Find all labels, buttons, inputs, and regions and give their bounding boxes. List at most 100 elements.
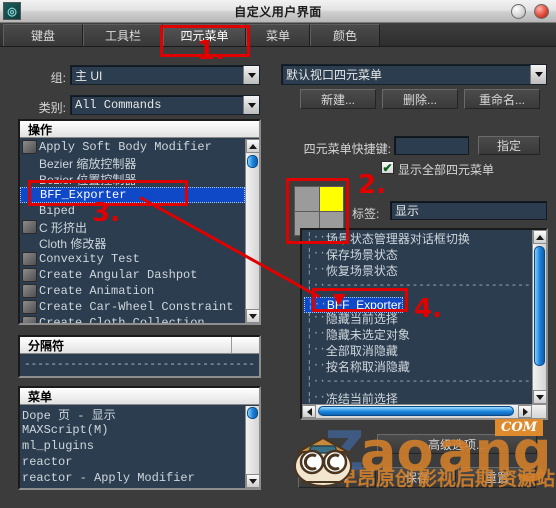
actions-list-scrollbar[interactable] — [245, 139, 259, 323]
list-item[interactable]: Convexity Test — [20, 251, 245, 267]
list-item-label: C 形挤出 — [39, 220, 88, 235]
list-item[interactable]: Bezier 位置控制器 — [20, 171, 245, 187]
show-all-checkbox[interactable]: ✔ — [381, 161, 394, 174]
quadmenu-items-scrollbar[interactable] — [532, 230, 546, 404]
tab-colors[interactable]: 颜色 — [310, 24, 380, 46]
scroll-down-icon[interactable] — [246, 309, 259, 323]
list-item[interactable]: MAXScript(M) — [20, 422, 245, 438]
list-item[interactable]: ¦·· 隐藏当前选择 — [304, 310, 532, 326]
scroll-left-icon[interactable] — [302, 405, 316, 418]
command-icon — [22, 268, 37, 282]
scroll-right-icon[interactable] — [518, 405, 532, 418]
list-item-label: Cloth 修改器 — [39, 236, 107, 251]
list-item[interactable]: C 形挤出 — [20, 219, 245, 235]
list-item[interactable]: BFF_Exporter — [20, 187, 245, 203]
actions-list[interactable]: Apply Soft Body Modifier Bezier 缩放控制器 Bezi… — [20, 139, 245, 323]
tab-toolbar[interactable]: 工具栏 — [83, 24, 163, 46]
list-item[interactable]: reactor - Apply Modifier — [20, 470, 245, 486]
quadmenu-set-value: 默认视口四元菜单 — [286, 68, 383, 82]
load-button[interactable]: 加载 — [298, 467, 376, 488]
shortcut-input[interactable] — [394, 136, 469, 155]
list-item[interactable]: ¦·· 恢复场景状态 — [304, 262, 532, 278]
tab-quad-menu[interactable]: 四元菜单 — [163, 24, 246, 46]
list-item[interactable]: Apply Soft Body Modifier — [20, 139, 245, 155]
show-all-label: 显示全部四元菜单 — [398, 163, 495, 177]
list-item-label: reactor - Create Object — [22, 487, 188, 488]
delete-button[interactable]: 删除... — [382, 89, 458, 109]
separator-row[interactable]: ----------------------------------- — [24, 359, 256, 371]
quadmenu-items-hscrollbar[interactable] — [302, 404, 546, 418]
list-item[interactable]: reactor - Create Object — [20, 486, 245, 488]
separator-panel-header: 分隔符 — [20, 337, 231, 354]
list-item[interactable]: ¦·· 冻结当前选择 — [304, 390, 532, 405]
reset-button[interactable]: 重置 — [458, 467, 536, 488]
chevron-down-icon[interactable] — [243, 66, 259, 84]
new-button[interactable]: 新建... — [300, 89, 376, 109]
group-combo-value: 主 UI — [75, 68, 103, 83]
quadmenu-items-list[interactable]: ¦·· 场景状态管理器对话框切换 ¦·· 保存场景状态 ¦·· 恢复场景状态 ¦·· ----… — [304, 230, 532, 404]
command-icon — [22, 300, 37, 314]
list-item[interactable]: Dope 页 - 显示 — [20, 406, 245, 423]
list-item[interactable]: ¦·· 隐藏未选定对象 — [304, 326, 532, 342]
scrollbar-thumb[interactable] — [534, 246, 545, 366]
group-combo[interactable]: 主 UI — [70, 65, 260, 85]
advanced-options-button[interactable]: 高级选项... — [377, 434, 537, 454]
tree-branch-icon: ¦·· — [306, 280, 326, 292]
list-item[interactable]: ¦·· 全部取消隐藏 — [304, 342, 532, 358]
tree-branch-icon: ¦·· — [306, 344, 326, 356]
scrollbar-thumb[interactable] — [247, 155, 258, 168]
chevron-down-icon[interactable] — [243, 96, 259, 114]
list-item[interactable]: Create Angular Dashpot — [20, 267, 245, 283]
scroll-down-icon[interactable] — [533, 390, 546, 404]
scrollbar-thumb[interactable] — [247, 407, 258, 419]
list-item-label: Biped — [39, 204, 76, 218]
menus-list[interactable]: Dope 页 - 显示 MAXScript(M) ml_plugins reactor… — [20, 406, 245, 489]
list-row: ¦·· --------------------------------- — [304, 278, 532, 294]
scroll-up-icon[interactable] — [246, 139, 259, 153]
list-item[interactable]: ¦·· 保存场景状态 — [304, 246, 532, 262]
list-item[interactable]: ¦·· 场景状态管理器对话框切换 — [304, 230, 532, 246]
minimize-button[interactable] — [511, 4, 526, 19]
list-item[interactable]: Create Car-Wheel Constraint — [20, 299, 245, 315]
list-separator[interactable]: ¦·· --------------------------------- — [304, 374, 532, 390]
quad-quadrant-top-left[interactable] — [295, 187, 319, 211]
list-item[interactable]: reactor — [20, 454, 245, 470]
rename-button[interactable]: 重命名... — [464, 89, 540, 109]
label-input[interactable]: 显示 — [390, 201, 547, 220]
category-combo[interactable]: All Commands — [70, 95, 260, 115]
scroll-down-icon[interactable] — [246, 474, 259, 488]
tab-menu[interactable]: 菜单 — [246, 24, 310, 46]
tree-branch-icon: ¦·· — [306, 264, 326, 276]
window-buttons — [511, 4, 549, 19]
menus-list-scrollbar[interactable] — [245, 406, 259, 488]
list-item-label: Create Animation — [39, 284, 155, 298]
tab-keyboard[interactable]: 键盘 — [3, 24, 83, 46]
menus-panel: 菜单 Dope 页 - 显示 MAXScript(M) ml_plugins reac… — [18, 386, 261, 490]
quad-quadrant-top-right[interactable] — [319, 187, 343, 211]
list-separator[interactable]: ¦·· --------------------------------- — [304, 278, 532, 294]
window-titlebar: ◎ 自定义用户界面 — [0, 0, 556, 23]
scroll-up-icon[interactable] — [533, 230, 546, 244]
list-item-label: 隐藏未选定对象 — [325, 327, 410, 342]
list-item-label: Bezier 缩放控制器 — [39, 156, 137, 171]
close-button[interactable] — [534, 4, 549, 19]
list-item[interactable]: Bezier 缩放控制器 — [20, 155, 245, 171]
command-icon-placeholder — [23, 188, 38, 202]
menus-panel-header: 菜单 — [20, 388, 259, 405]
assign-button[interactable]: 指定 — [478, 136, 540, 155]
command-icon — [22, 284, 37, 298]
list-row: ¦·· BFF_Exporter — [304, 294, 532, 313]
hscrollbar-thumb[interactable] — [318, 406, 514, 416]
list-item[interactable]: ¦·· 按名称取消隐藏 — [304, 358, 532, 374]
list-item[interactable]: Create Cloth Collection — [20, 315, 245, 323]
list-item[interactable]: Cloth 修改器 — [20, 235, 245, 251]
tree-branch-icon: ¦·· — [306, 376, 326, 388]
list-item-label: ml_plugins — [22, 439, 95, 453]
chevron-down-icon[interactable] — [530, 65, 546, 84]
list-item[interactable]: Create Animation — [20, 283, 245, 299]
quadmenu-set-combo[interactable]: 默认视口四元菜单 — [281, 64, 547, 85]
save-button[interactable]: 保存 — [378, 467, 456, 488]
tree-branch-icon: ¦·· — [307, 299, 327, 311]
list-item[interactable]: Biped — [20, 203, 245, 219]
list-item[interactable]: ml_plugins — [20, 438, 245, 454]
